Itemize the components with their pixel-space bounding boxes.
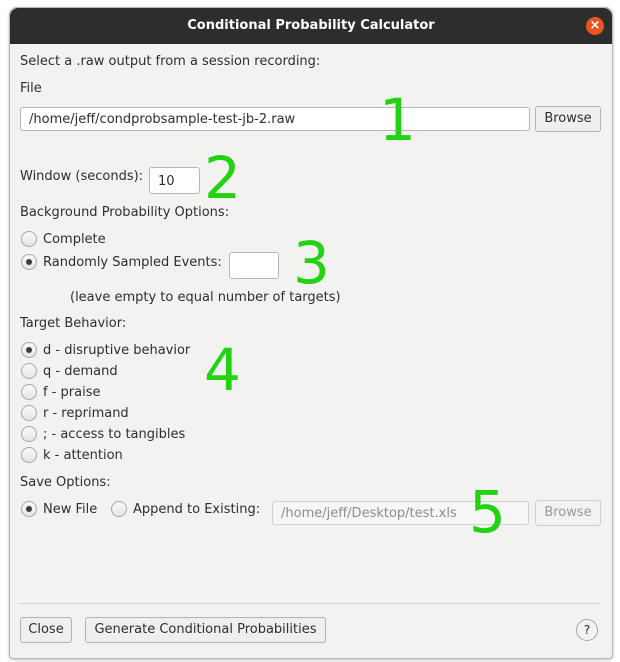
background-options-heading: Background Probability Options:: [20, 205, 230, 220]
annotation-2: 2: [204, 144, 241, 212]
generate-button[interactable]: Generate Conditional Probabilities: [85, 617, 326, 643]
target-label-k: k - attention: [43, 448, 123, 463]
dialog-window: Conditional Probability Calculator × Sel…: [9, 7, 613, 659]
complete-label: Complete: [43, 232, 106, 247]
target-radio-d[interactable]: [21, 342, 37, 358]
file-path-input[interactable]: /home/jeff/condprobsample-test-jb-2.raw: [20, 107, 530, 131]
help-icon[interactable]: ?: [576, 619, 598, 641]
window-seconds-label: Window (seconds):: [20, 169, 144, 184]
file-browse-button[interactable]: Browse: [535, 106, 601, 132]
random-sampled-label: Randomly Sampled Events:: [43, 255, 222, 270]
footer-divider: [20, 603, 600, 604]
target-label-q: q - demand: [43, 364, 118, 379]
target-label-d: d - disruptive behavior: [43, 343, 191, 358]
annotation-4: 4: [204, 336, 241, 404]
new-file-label: New File: [43, 502, 98, 517]
title-bar: Conditional Probability Calculator ×: [10, 8, 612, 44]
annotation-1: 1: [379, 86, 416, 154]
random-sampled-radio[interactable]: [21, 254, 37, 270]
target-behavior-heading: Target Behavior:: [20, 316, 127, 331]
annotation-5: 5: [469, 478, 506, 546]
target-radio-q[interactable]: [21, 363, 37, 379]
target-label-f: f - praise: [43, 385, 101, 400]
target-radio-semicolon[interactable]: [21, 426, 37, 442]
file-label: File: [20, 81, 42, 96]
save-browse-button[interactable]: Browse: [535, 500, 601, 526]
complete-radio[interactable]: [21, 231, 37, 247]
target-radio-r[interactable]: [21, 405, 37, 421]
window-seconds-input[interactable]: 10: [149, 167, 200, 194]
window-title: Conditional Probability Calculator: [187, 18, 435, 33]
instruction-text: Select a .raw output from a session reco…: [20, 54, 321, 69]
target-radio-k[interactable]: [21, 447, 37, 463]
target-label-r: r - reprimand: [43, 406, 129, 421]
append-existing-label: Append to Existing:: [133, 502, 261, 517]
target-radio-f[interactable]: [21, 384, 37, 400]
new-file-radio[interactable]: [21, 501, 37, 517]
close-icon[interactable]: ×: [586, 17, 604, 35]
target-label-semicolon: ; - access to tangibles: [43, 427, 186, 442]
random-sampled-input[interactable]: [229, 252, 279, 279]
annotation-3: 3: [293, 229, 330, 297]
append-existing-radio[interactable]: [111, 501, 127, 517]
close-button[interactable]: Close: [20, 617, 72, 643]
save-options-heading: Save Options:: [20, 475, 111, 490]
